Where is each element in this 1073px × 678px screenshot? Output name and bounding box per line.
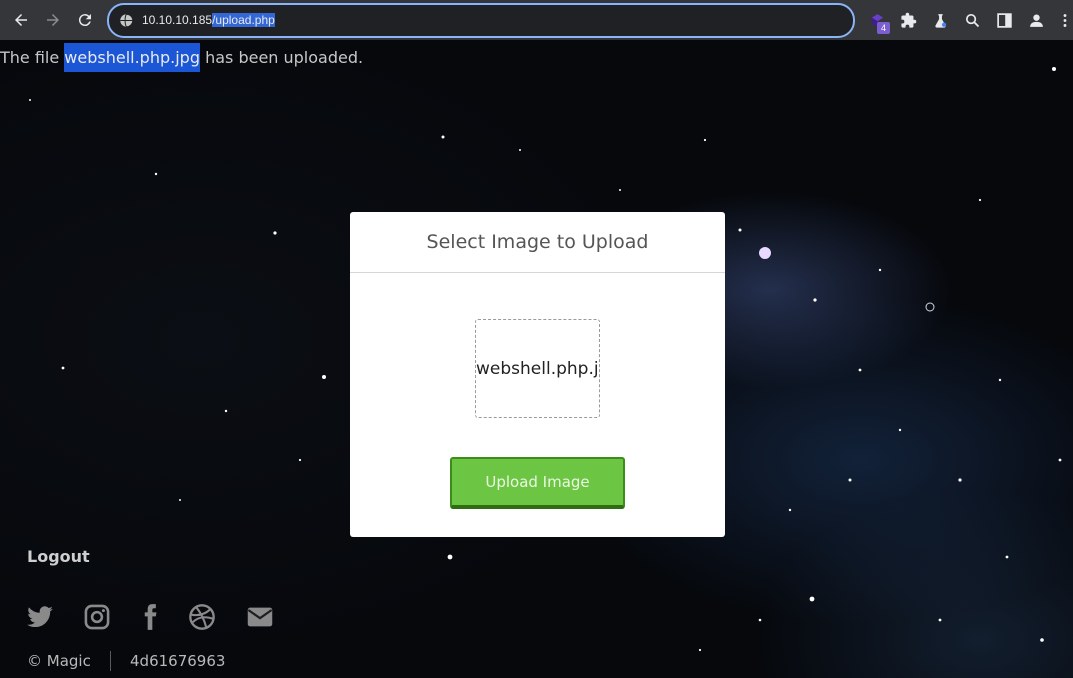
twitter-icon xyxy=(27,606,53,628)
extensions-button[interactable] xyxy=(898,10,918,30)
search-icon xyxy=(965,13,979,27)
back-button[interactable] xyxy=(9,8,33,32)
footer-hex-text: 4d61676963 xyxy=(130,652,226,670)
page-content: The file webshell.php.jpg has been uploa… xyxy=(0,40,1073,678)
upload-image-button[interactable]: Upload Image xyxy=(450,457,625,509)
dribbble-icon xyxy=(189,604,215,630)
upload-status-message: The file webshell.php.jpg has been uploa… xyxy=(0,43,364,72)
copyright-text: © Magic xyxy=(27,652,91,670)
upload-card-header: Select Image to Upload xyxy=(350,212,725,273)
profile-icon xyxy=(1029,13,1043,27)
profile-button[interactable] xyxy=(1026,10,1046,30)
upload-message-suffix: has been uploaded. xyxy=(199,48,364,67)
selected-file-name: webshell.php.jpg xyxy=(476,358,599,379)
reload-button[interactable] xyxy=(73,8,97,32)
twitter-link[interactable] xyxy=(25,602,55,632)
dribbble-link[interactable] xyxy=(187,602,217,632)
email-link[interactable] xyxy=(245,602,275,632)
browser-toolbar: 10.10.10.185/upload.php 4 xyxy=(0,0,1073,40)
back-arrow-icon xyxy=(15,14,27,26)
forward-arrow-icon xyxy=(47,14,59,26)
labs-button[interactable] xyxy=(930,10,950,30)
uploaded-filename: webshell.php.jpg xyxy=(64,43,200,72)
file-drop-zone[interactable]: webshell.php.jpg xyxy=(475,319,600,418)
flask-icon xyxy=(934,13,946,28)
facebook-link[interactable] xyxy=(135,602,165,632)
search-button[interactable] xyxy=(962,10,982,30)
more-vertical-icon xyxy=(1063,13,1067,27)
upload-message-prefix: The file xyxy=(0,48,65,67)
browser-menu-button[interactable] xyxy=(1058,10,1072,30)
url-path: /upload.php xyxy=(212,13,275,27)
side-panel-icon xyxy=(996,12,1012,28)
reload-icon xyxy=(78,14,91,27)
upload-card-title: Select Image to Upload xyxy=(426,231,649,253)
facebook-icon xyxy=(144,604,157,630)
address-bar[interactable]: 10.10.10.185/upload.php xyxy=(107,3,855,38)
instagram-icon xyxy=(84,604,110,630)
upload-card: Select Image to Upload webshell.php.jpg … xyxy=(350,212,725,537)
logout-link[interactable]: Logout xyxy=(27,547,90,566)
footer-divider xyxy=(110,651,111,671)
puzzle-icon xyxy=(900,12,916,28)
globe-icon[interactable] xyxy=(119,13,134,28)
url-text[interactable]: 10.10.10.185/upload.php xyxy=(142,13,275,28)
url-host: 10.10.10.185 xyxy=(142,13,213,27)
envelope-icon xyxy=(247,607,273,627)
forward-button[interactable] xyxy=(41,8,65,32)
instagram-link[interactable] xyxy=(82,602,112,632)
extension-badge: 4 xyxy=(877,22,890,34)
side-panel-button[interactable] xyxy=(994,10,1014,30)
